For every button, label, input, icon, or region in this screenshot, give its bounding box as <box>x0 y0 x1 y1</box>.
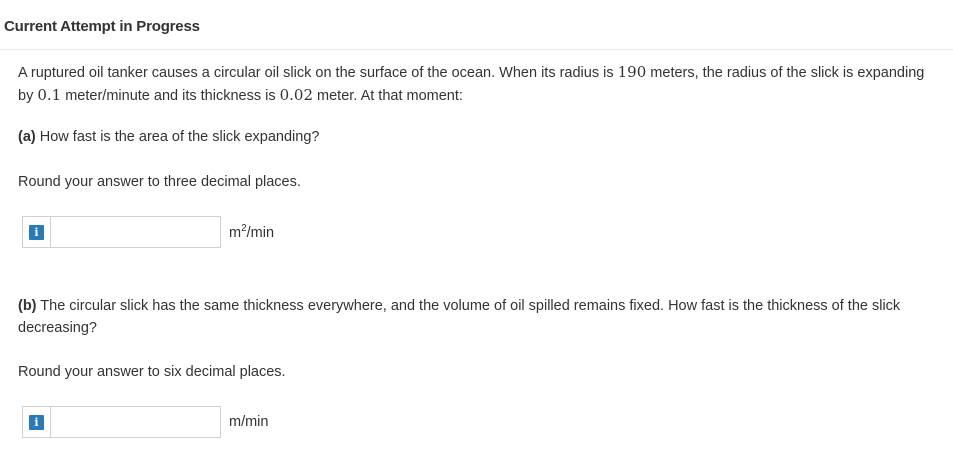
question-text-part-1: A ruptured oil tanker causes a circular … <box>18 65 618 81</box>
part-b-label: (b) <box>18 298 37 314</box>
part-a-unit-base: m <box>229 224 242 241</box>
attempt-header: Current Attempt in Progress <box>0 0 953 50</box>
part-b-unit: m/min <box>229 414 269 430</box>
part-a-unit-suffix: /min <box>246 224 275 241</box>
part-a-unit: m2/min <box>229 223 274 241</box>
part-b-question: (b) The circular slick has the same thic… <box>18 295 933 339</box>
part-a-round-instruction: Round your answer to three decimal place… <box>18 174 301 190</box>
rate-value: 0.1 <box>37 86 62 104</box>
question-text-part-4: meter. At that moment: <box>313 88 463 104</box>
thickness-value: 0.02 <box>279 86 314 104</box>
part-a-info-button[interactable]: i <box>22 216 50 248</box>
part-b-answer-input[interactable] <box>50 406 221 438</box>
part-a-question-text: How fast is the area of the slick expand… <box>35 129 320 145</box>
part-b-round-instruction: Round your answer to six decimal places. <box>18 364 286 380</box>
part-a-label: (a) <box>18 129 36 145</box>
part-b-answer-row: i m/min <box>22 406 268 438</box>
part-b-info-button[interactable]: i <box>22 406 50 438</box>
part-b-question-text: The circular slick has the same thicknes… <box>18 298 901 336</box>
radius-value: 190 <box>617 63 647 81</box>
info-icon: i <box>29 414 44 430</box>
part-a-answer-input[interactable] <box>50 216 221 248</box>
part-a-answer-row: i m2/min <box>22 216 274 248</box>
page-title: Current Attempt in Progress <box>4 18 200 35</box>
question-text: A ruptured oil tanker causes a circular … <box>18 61 933 107</box>
part-a-question: (a) How fast is the area of the slick ex… <box>18 126 319 148</box>
info-icon: i <box>29 224 44 240</box>
question-text-part-3: meter/minute and its thickness is <box>61 88 280 104</box>
